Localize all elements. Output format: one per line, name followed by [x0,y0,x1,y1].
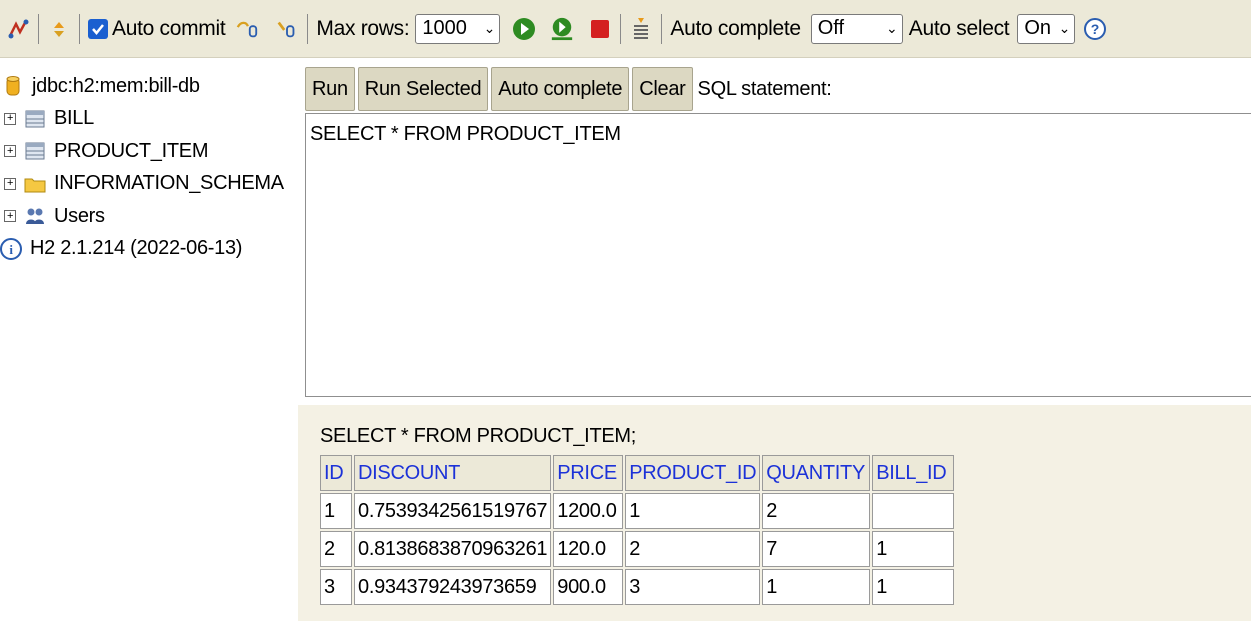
tree-item-label: INFORMATION_SCHEMA [54,172,284,195]
run-icon[interactable] [512,17,536,41]
tree-connection[interactable]: jdbc:h2:mem:bill-db [0,70,300,103]
column-header[interactable]: BILL_ID [872,455,955,491]
table-row: 1 0.7539342561519767 1200.0 1 2 [320,493,955,529]
chevron-down-icon: ⌄ [483,20,496,36]
connection-label: jdbc:h2:mem:bill-db [32,74,200,97]
auto-commit-checkbox[interactable] [88,18,108,39]
tree-item-label: PRODUCT_ITEM [54,139,209,162]
table-cell[interactable]: 3 [320,569,352,605]
toolbar-separator [38,13,39,44]
table-cell[interactable]: 3 [625,569,761,605]
table-cell[interactable]: 0.8138683870963261 [354,531,552,567]
table-cell[interactable] [872,493,955,529]
results-header-row: ID DISCOUNT PRICE PRODUCT_ID QUANTITY BI… [320,455,955,491]
clear-button[interactable]: Clear [632,67,693,111]
version-label: H2 2.1.214 (2022-06-13) [30,237,243,260]
help-icon[interactable]: ? [1083,17,1107,41]
table-cell[interactable]: 1 [762,569,871,605]
commit-icon[interactable] [275,17,299,41]
toolbar: Auto commit Max rows: 1000 ⌄ Auto comple… [0,0,1251,58]
toolbar-separator [661,13,663,44]
table-icon [24,141,46,161]
object-tree: jdbc:h2:mem:bill-db + BILL + PRODUCT_ITE… [0,70,300,265]
users-icon [24,206,46,226]
max-rows-value: 1000 [422,17,467,39]
table-cell[interactable]: 7 [762,531,871,567]
chevron-down-icon: ⌄ [886,20,898,36]
table-cell[interactable]: 1 [872,531,955,567]
tree-version: i H2 2.1.214 (2022-06-13) [0,233,300,266]
column-header[interactable]: PRODUCT_ID [625,455,761,491]
auto-select-label: Auto select [908,16,1010,40]
svg-text:?: ? [1091,21,1100,37]
table-cell[interactable]: 2 [625,531,761,567]
table-cell[interactable]: 1 [625,493,761,529]
column-header[interactable]: ID [320,455,352,491]
sql-statement-label: SQL statement: [697,77,832,100]
expand-icon[interactable]: + [4,210,16,223]
result-query-label: SELECT * FROM PRODUCT_ITEM; [320,425,637,447]
max-rows-select[interactable]: 1000 ⌄ [415,13,501,44]
stop-icon[interactable] [588,17,612,41]
auto-select-select[interactable]: On ⌄ [1017,13,1076,44]
auto-complete-select[interactable]: Off ⌄ [810,13,903,44]
history-icon[interactable] [629,17,653,41]
table-cell[interactable]: 0.7539342561519767 [354,493,552,529]
results-table: ID DISCOUNT PRICE PRODUCT_ID QUANTITY BI… [318,453,957,607]
table-cell[interactable]: 2 [320,531,352,567]
tree-item-information-schema[interactable]: + INFORMATION_SCHEMA [0,168,300,201]
auto-commit-label: Auto commit [112,16,226,40]
run-button[interactable]: Run [305,67,355,111]
table-row: 3 0.934379243973659 900.0 3 1 1 [320,569,955,605]
sql-editor[interactable]: SELECT * FROM PRODUCT_ITEM [305,113,1251,397]
column-header[interactable]: QUANTITY [762,455,871,491]
table-cell[interactable]: 900.0 [553,569,624,605]
table-icon [24,109,46,129]
chevron-down-icon: ⌄ [1058,20,1071,36]
auto-select-value: On [1024,17,1052,39]
tree-item-label: Users [54,204,105,227]
expand-icon[interactable]: + [4,145,16,158]
results-panel: SELECT * FROM PRODUCT_ITEM; ID DISCOUNT … [298,405,1251,621]
table-cell[interactable]: 2 [762,493,871,529]
table-cell[interactable]: 1 [872,569,955,605]
table-cell[interactable]: 1200.0 [553,493,624,529]
info-icon: i [0,237,22,260]
table-cell[interactable]: 120.0 [553,531,624,567]
query-button-row: Run Run Selected Auto complete Clear SQL… [305,67,832,111]
max-rows-label: Max rows: [316,16,410,40]
sql-editor-text: SELECT * FROM PRODUCT_ITEM [310,123,621,145]
tree-item-bill[interactable]: + BILL [0,103,300,136]
tree-item-users[interactable]: + Users [0,200,300,233]
expand-icon[interactable]: + [4,177,16,190]
toolbar-separator [307,13,309,44]
rollback-icon[interactable] [235,17,259,41]
auto-complete-button[interactable]: Auto complete [491,67,630,111]
tree-item-label: BILL [54,107,94,130]
database-icon [2,76,24,96]
run-selected-icon[interactable] [550,17,574,41]
table-cell[interactable]: 0.934379243973659 [354,569,552,605]
column-header[interactable]: PRICE [553,455,624,491]
table-cell[interactable]: 1 [320,493,352,529]
auto-complete-label: Auto complete [670,16,801,40]
auto-complete-value: Off [817,17,845,39]
expand-icon[interactable]: + [4,112,16,125]
disconnect-icon[interactable] [6,17,30,41]
table-row: 2 0.8138683870963261 120.0 2 7 1 [320,531,955,567]
toolbar-separator [79,13,80,44]
refresh-icon[interactable] [47,17,71,41]
toolbar-separator [620,13,622,44]
folder-icon [24,174,46,194]
column-header[interactable]: DISCOUNT [354,455,552,491]
auto-commit-toggle[interactable]: Auto commit [88,13,226,45]
tree-item-product-item[interactable]: + PRODUCT_ITEM [0,135,300,168]
run-selected-button[interactable]: Run Selected [357,67,489,111]
